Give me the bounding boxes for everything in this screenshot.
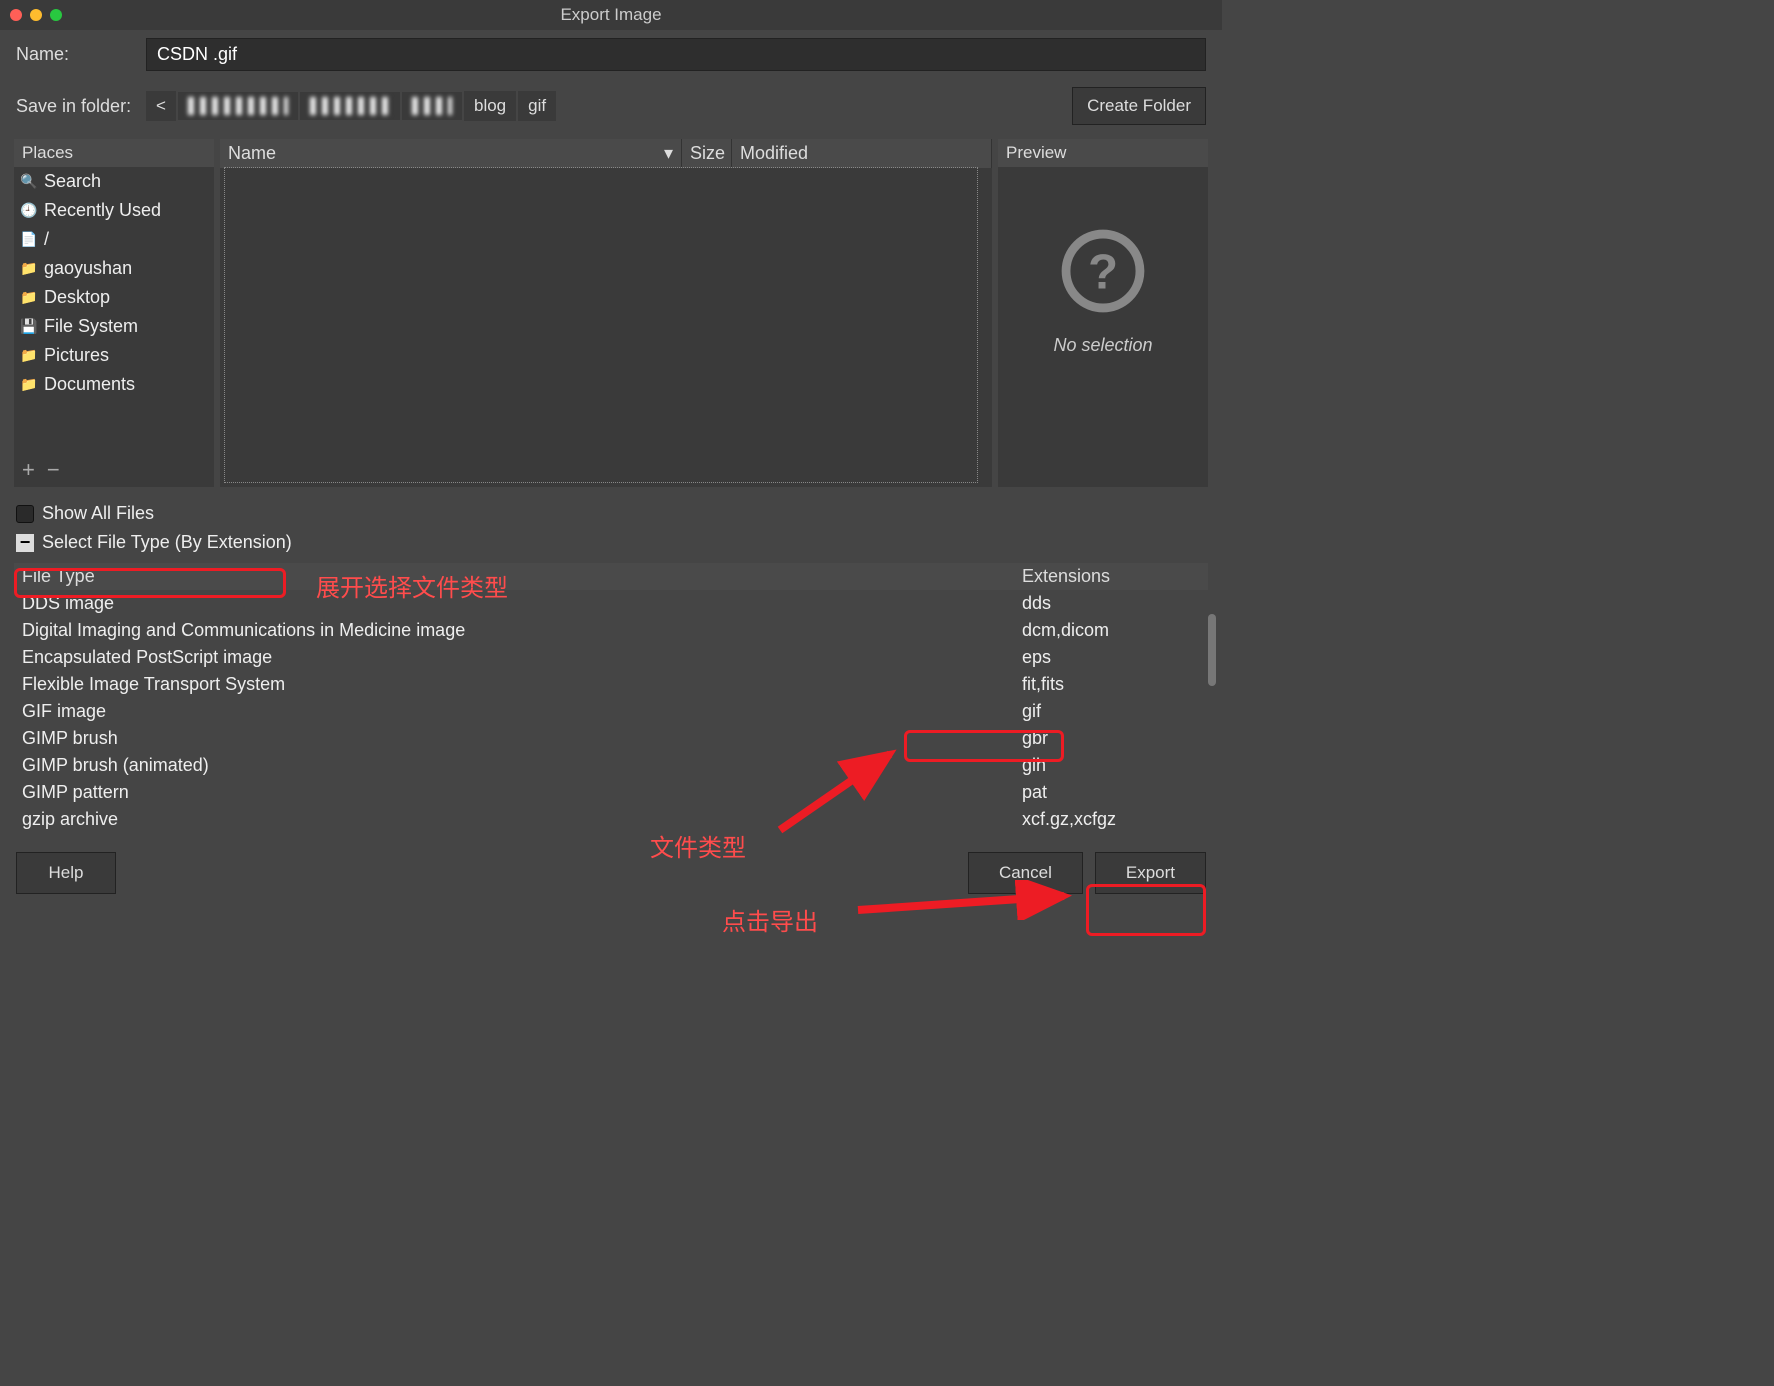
column-extensions[interactable]: Extensions (1014, 563, 1208, 590)
places-item[interactable]: 🕘Recently Used (14, 196, 214, 225)
search-icon: 🔍 (20, 173, 38, 191)
maximize-icon[interactable] (50, 9, 62, 21)
obscured-text (412, 97, 452, 115)
file-type-row[interactable]: DDS image (14, 590, 1014, 617)
file-type-row[interactable]: GIF image (14, 698, 1014, 725)
file-list-panel: Name ▾ Size Modified (220, 139, 992, 487)
help-button[interactable]: Help (16, 852, 116, 894)
preview-panel: Preview ? No selection (998, 139, 1208, 487)
preview-header: Preview (998, 139, 1208, 167)
question-icon: ? (1059, 227, 1147, 315)
places-panel: Places 🔍Search🕘Recently Used📄/📁gaoyushan… (14, 139, 214, 487)
file-type-ext[interactable]: fit,fits (1014, 671, 1208, 698)
file-type-row[interactable]: GIMP brush (14, 725, 1014, 752)
file-type-row[interactable]: Digital Imaging and Communications in Me… (14, 617, 1014, 644)
breadcrumb-item[interactable]: blog (464, 91, 516, 121)
obscured-text (310, 97, 390, 115)
places-item[interactable]: 📁gaoyushan (14, 254, 214, 283)
drive-icon: 💾 (20, 318, 38, 336)
places-item[interactable]: 🔍Search (14, 167, 214, 196)
folder-icon: 📁 (20, 260, 38, 278)
export-button[interactable]: Export (1095, 852, 1206, 894)
file-type-table: File Type DDS imageDigital Imaging and C… (14, 563, 1208, 838)
svg-text:?: ? (1088, 245, 1118, 300)
file-type-ext[interactable]: dcm,dicom (1014, 617, 1208, 644)
column-size[interactable]: Size (682, 139, 732, 168)
show-all-files-option[interactable]: Show All Files (16, 499, 1206, 528)
places-item[interactable]: 📁Pictures (14, 341, 214, 370)
name-label: Name: (16, 44, 136, 65)
recent-icon: 🕘 (20, 202, 38, 220)
places-header: Places (14, 139, 214, 167)
folder-label: Save in folder: (16, 96, 136, 117)
file-type-row[interactable]: GIMP brush (animated) (14, 752, 1014, 779)
checkbox-icon (16, 505, 34, 523)
file-type-ext[interactable]: eps (1014, 644, 1208, 671)
file-type-row[interactable]: GIMP pattern (14, 779, 1014, 806)
titlebar: Export Image (0, 0, 1222, 30)
close-icon[interactable] (10, 9, 22, 21)
breadcrumb: < blog gif (146, 91, 556, 121)
breadcrumb-back[interactable]: < (146, 91, 176, 121)
file-type-ext[interactable]: pat (1014, 779, 1208, 806)
filename-input[interactable] (146, 38, 1206, 71)
cancel-button[interactable]: Cancel (968, 852, 1083, 894)
file-type-ext[interactable]: gif (1014, 698, 1208, 725)
sort-desc-icon: ▾ (664, 143, 673, 164)
file-type-ext[interactable]: gbr (1014, 725, 1208, 752)
no-selection-label: No selection (1053, 335, 1152, 356)
file-list-body[interactable] (224, 167, 978, 483)
folder-icon: 📁 (20, 289, 38, 307)
file-type-row[interactable]: Encapsulated PostScript image (14, 644, 1014, 671)
collapse-icon: − (16, 534, 34, 552)
file-type-ext[interactable]: dds (1014, 590, 1208, 617)
file-icon: 📄 (20, 231, 38, 249)
places-item[interactable]: 📄/ (14, 225, 214, 254)
breadcrumb-item[interactable] (178, 92, 298, 120)
places-item[interactable]: 📁Desktop (14, 283, 214, 312)
file-type-ext[interactable]: xcf.gz,xcfgz (1014, 806, 1208, 833)
folder-icon: 📁 (20, 376, 38, 394)
places-item[interactable]: 📁Documents (14, 370, 214, 399)
file-type-ext[interactable]: gih (1014, 752, 1208, 779)
column-name[interactable]: Name ▾ (220, 139, 682, 168)
obscured-text (188, 97, 288, 115)
folder-icon: 📁 (20, 347, 38, 365)
create-folder-button[interactable]: Create Folder (1072, 87, 1206, 125)
remove-place-icon[interactable]: − (47, 457, 60, 483)
window-title: Export Image (560, 5, 661, 25)
breadcrumb-item[interactable]: gif (518, 91, 556, 121)
file-type-row[interactable]: Flexible Image Transport System (14, 671, 1014, 698)
minimize-icon[interactable] (30, 9, 42, 21)
breadcrumb-item[interactable] (300, 92, 400, 120)
places-item[interactable]: 💾File System (14, 312, 214, 341)
column-file-type[interactable]: File Type (14, 563, 1014, 590)
file-type-row[interactable]: gzip archive (14, 806, 1014, 833)
column-modified[interactable]: Modified (732, 139, 992, 168)
scrollbar[interactable] (1208, 614, 1216, 686)
breadcrumb-item[interactable] (402, 92, 462, 120)
select-file-type-expander[interactable]: − Select File Type (By Extension) (16, 528, 1206, 557)
add-place-icon[interactable]: + (22, 457, 35, 483)
